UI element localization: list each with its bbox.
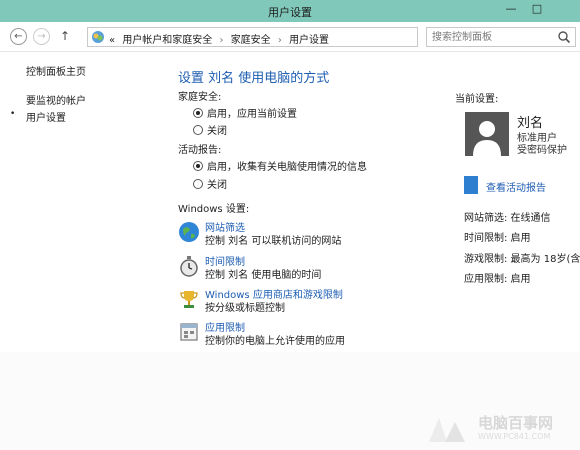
sidebar-item-user-settings[interactable]: 用户设置 [26,109,66,124]
breadcrumb-family-safety[interactable]: 家庭安全 [231,35,271,46]
bottom-area: 电脑百事网 WWW.PC841.COM [0,352,580,450]
radio-label: 关闭 [207,180,227,191]
forward-button[interactable]: → [33,28,50,45]
website-filter-desc: 控制 刘名 可以联机访问的网站 [205,236,342,247]
view-activity-report-link[interactable]: 查看活动报告 [486,179,546,194]
arrow-right-icon: → [37,31,46,42]
sidebar-item-monitored-accounts[interactable]: 要监视的帐户 [26,92,86,107]
password-status: 受密码保护 [517,145,567,156]
breadcrumb-user-settings[interactable]: 用户设置 [289,35,329,46]
avatar [465,112,509,156]
radio-unselected-icon [193,178,203,189]
radio-selected-icon [193,107,203,118]
radio-label: 启用，应用当前设置 [207,109,297,120]
app-limit-desc: 控制你的电脑上允许使用的应用 [205,336,345,347]
family-safety-on-radio[interactable]: 启用，应用当前设置 [193,105,297,120]
active-bullet-icon: • [10,109,16,119]
watermark-name: 电脑百事网 [478,414,554,432]
radio-label: 关闭 [207,126,227,137]
info-game-limit: 游戏限制: 最高为 18岁(含)以 [464,254,580,265]
sidebar: 控制面板主页 要监视的帐户 • 用户设置 [0,52,150,352]
arrow-left-icon: ← [14,31,23,42]
current-settings-panel: 当前设置: 刘名 标准用户 受密码保护 查看活动报告 网站筛选: 在线通信 时间… [455,52,580,352]
address-bar[interactable]: « 用户帐户和家庭安全 › 家庭安全 › 用户设置 ▾ ↻ [87,27,497,47]
website-filter-setting: 网站筛选 控制 刘名 可以联机访问的网站 [178,219,438,249]
search-icon[interactable] [556,29,572,45]
globe-icon [179,222,199,242]
activity-report-label: 活动报告: [178,145,222,156]
app-window-icon [180,323,198,341]
activity-report-on-radio[interactable]: 启用，收集有关电脑使用情况的信息 [193,158,367,173]
activity-report-off-radio[interactable]: 关闭 [193,176,227,191]
store-game-limit-setting: Windows 应用商店和游戏限制 按分级或标题控制 [178,286,438,316]
radio-label: 启用，收集有关电脑使用情况的信息 [207,162,367,173]
info-time-limit: 时间限制: 启用 [464,233,531,244]
main-content: 设置 刘名 使用电脑的方式 家庭安全: 启用，应用当前设置 关闭 活动报告: 启… [178,52,448,352]
address-bar-row: ← → ↑ « 用户帐户和家庭安全 › 家庭安全 › 用户设置 ▾ ↻ [0,22,580,52]
watermark-url: WWW.PC841.COM [478,432,551,441]
search-box[interactable] [426,27,576,47]
radio-unselected-icon [193,124,203,135]
family-safety-label: 家庭安全: [178,92,222,103]
info-website-filter: 网站筛选: 在线通信 [464,213,551,224]
title-bar: 用户设置 — □ [0,0,580,22]
info-app-limit: 应用限制: 启用 [464,274,531,285]
time-limit-desc: 控制 刘名 使用电脑的时间 [205,270,322,281]
search-input[interactable] [432,29,556,45]
sidebar-item-home[interactable]: 控制面板主页 [26,63,86,78]
page-title: 设置 刘名 使用电脑的方式 [178,71,330,86]
breadcrumb-user-accounts[interactable]: 用户帐户和家庭安全 [122,35,212,46]
minimize-button[interactable]: — [498,0,524,20]
maximize-button[interactable]: □ [524,0,550,20]
family-safety-off-radio[interactable]: 关闭 [193,122,227,137]
windows-settings-label: Windows 设置: [178,204,250,215]
breadcrumb: « 用户帐户和家庭安全 › 家庭安全 › 用户设置 [109,31,329,46]
back-button[interactable]: ← [10,28,27,45]
control-panel-icon [92,31,104,43]
up-button[interactable]: ↑ [60,29,70,43]
breadcrumb-separator: › [219,35,224,46]
trophy-icon [180,291,198,308]
time-limit-setting: 时间限制 控制 刘名 使用电脑的时间 [178,253,438,283]
app-limit-setting: 应用限制 控制你的电脑上允许使用的应用 [178,319,438,349]
stopwatch-icon [180,256,198,277]
breadcrumb-prefix[interactable]: « [109,35,115,46]
watermark-logo-icon [429,418,465,442]
store-game-limit-desc: 按分级或标题控制 [205,303,285,314]
activity-report-icon [464,176,478,194]
arrow-up-icon: ↑ [60,29,71,43]
current-settings-label: 当前设置: [455,94,499,105]
breadcrumb-separator: › [277,35,282,46]
radio-selected-icon [193,160,203,171]
window-title: 用户设置 [268,6,312,19]
